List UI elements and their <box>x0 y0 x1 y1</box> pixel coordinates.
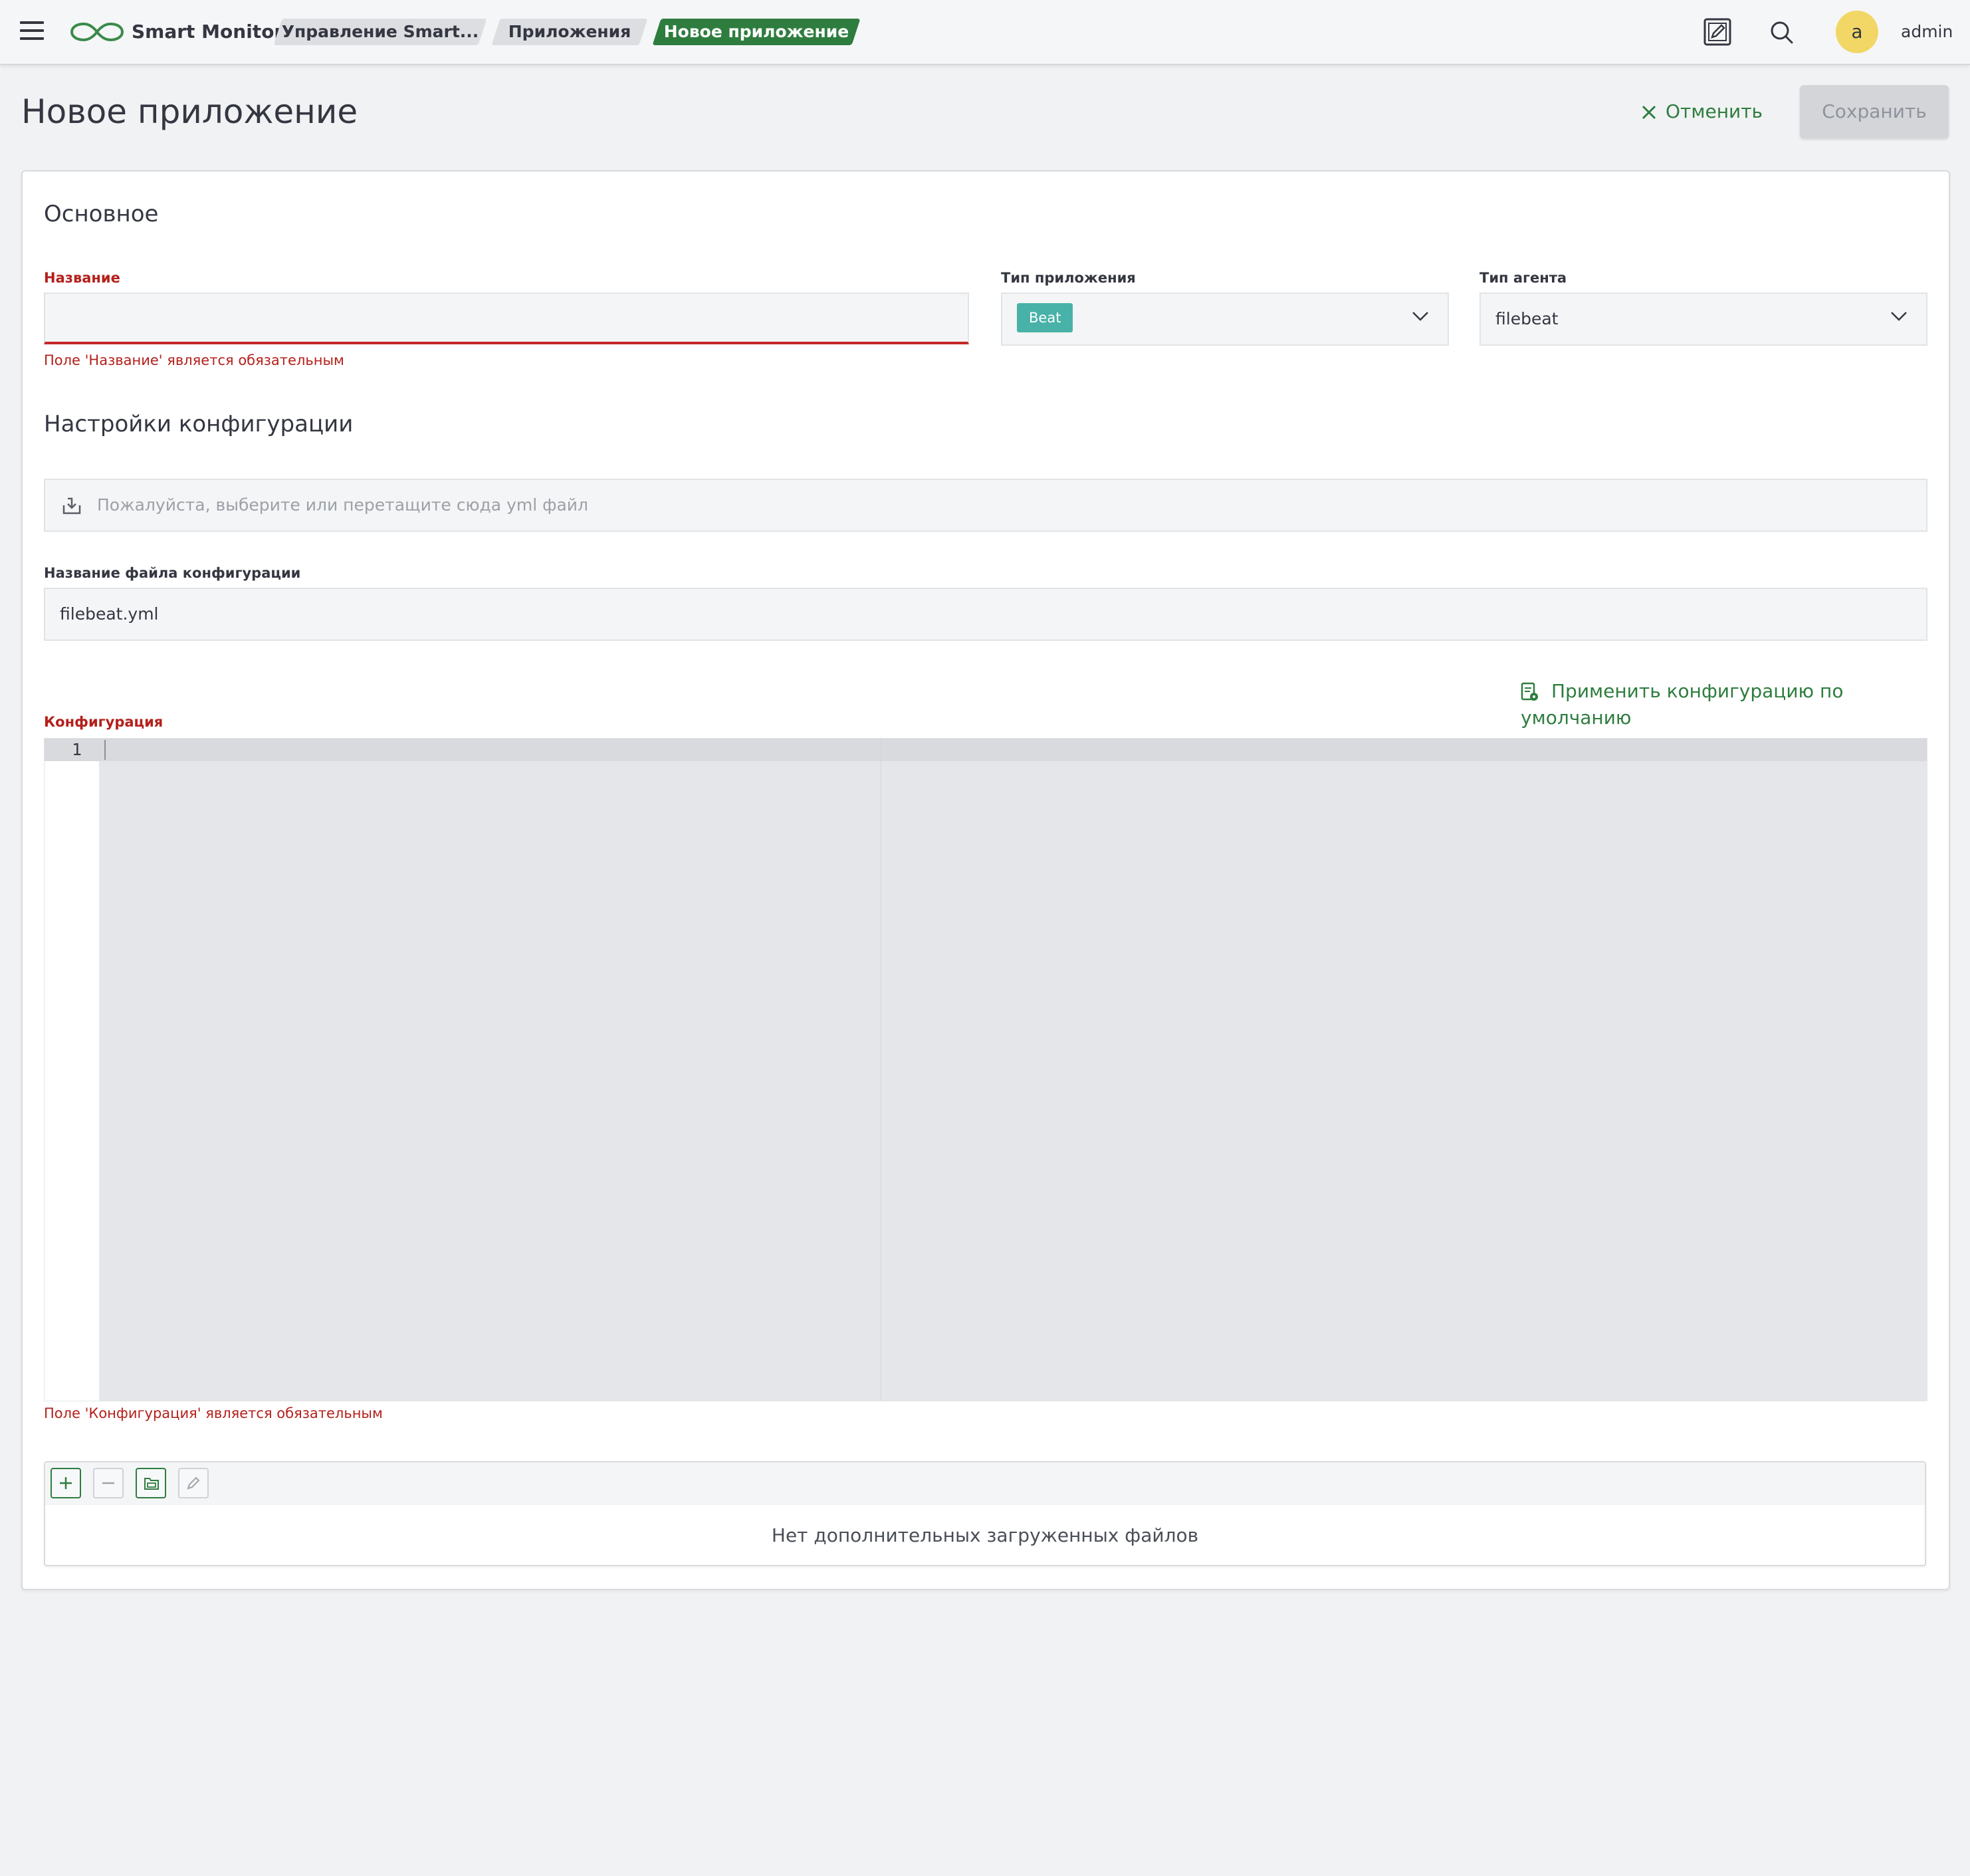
add-file-button[interactable] <box>51 1468 81 1498</box>
text-cursor <box>104 740 106 760</box>
save-button[interactable]: Сохранить <box>1800 85 1949 138</box>
breadcrumb-item-applications[interactable]: Приложения <box>491 19 648 45</box>
menu-icon[interactable] <box>20 21 44 43</box>
section-title-basic: Основное <box>44 201 159 227</box>
config-editor-label: Конфигурация <box>44 714 164 730</box>
breadcrumb-item-new-application: Новое приложение <box>652 19 861 45</box>
apply-default-config-button[interactable]: Применить конфигурацию по умолчанию <box>1521 678 1949 731</box>
section-title-config: Настройки конфигурации <box>44 411 354 437</box>
edit-file-button[interactable] <box>178 1468 209 1498</box>
config-document-icon <box>1521 682 1538 701</box>
app-brand[interactable]: Smart Monitor <box>132 20 283 44</box>
application-form-card: Основное Название Поле 'Название' являет… <box>21 170 1950 1590</box>
config-filename-label: Название файла конфигурации <box>44 565 301 581</box>
name-input[interactable] <box>44 293 969 344</box>
close-icon <box>1642 105 1656 120</box>
chevron-down-icon <box>1891 312 1907 321</box>
app-type-select[interactable]: Beat <box>1001 293 1449 346</box>
pencil-icon <box>187 1476 200 1490</box>
no-files-message: Нет дополнительных загруженных файлов <box>771 1524 1199 1546</box>
additional-files-panel: Нет дополнительных загруженных файлов <box>44 1461 1926 1566</box>
editor-active-line <box>45 739 1927 761</box>
yml-file-dropzone[interactable]: Пожалуйста, выберите или перетащите сюда… <box>44 479 1927 532</box>
cancel-button-label: Отменить <box>1666 100 1763 122</box>
minus-icon <box>102 1482 114 1484</box>
line-number: 1 <box>71 740 82 759</box>
remove-file-button[interactable] <box>93 1468 124 1498</box>
top-navigation-bar: Smart Monitor Управление Smart... Прилож… <box>0 0 1970 65</box>
edit-note-icon[interactable] <box>1703 17 1732 47</box>
folder-icon <box>144 1478 159 1490</box>
plus-icon <box>60 1477 72 1489</box>
app-type-badge: Beat <box>1017 303 1073 332</box>
config-filename-input[interactable]: filebeat.yml <box>44 588 1927 641</box>
editor-gutter <box>45 739 99 1401</box>
search-icon[interactable] <box>1769 20 1795 45</box>
name-label: Название <box>44 270 120 286</box>
chevron-down-icon <box>1412 312 1428 321</box>
upload-icon <box>62 497 81 515</box>
cancel-button[interactable]: Отменить <box>1642 97 1763 126</box>
open-folder-button[interactable] <box>136 1468 166 1498</box>
avatar[interactable]: a <box>1836 11 1878 53</box>
breadcrumb-item-smart-management[interactable]: Управление Smart... <box>273 19 487 45</box>
files-toolbar <box>45 1463 1925 1505</box>
username[interactable]: admin <box>1901 21 1953 43</box>
logo-icon <box>70 22 124 42</box>
config-code-editor[interactable]: 1 <box>44 738 1927 1401</box>
page-title: Новое приложение <box>21 92 358 131</box>
app-type-label: Тип приложения <box>1001 270 1136 286</box>
name-error: Поле 'Название' является обязательным <box>44 352 344 368</box>
agent-type-select[interactable]: filebeat <box>1479 293 1927 346</box>
apply-default-config-label: Применить конфигурацию по умолчанию <box>1521 680 1844 729</box>
agent-type-label: Тип агента <box>1479 270 1567 286</box>
config-error: Поле 'Конфигурация' является обязательны… <box>44 1405 383 1421</box>
